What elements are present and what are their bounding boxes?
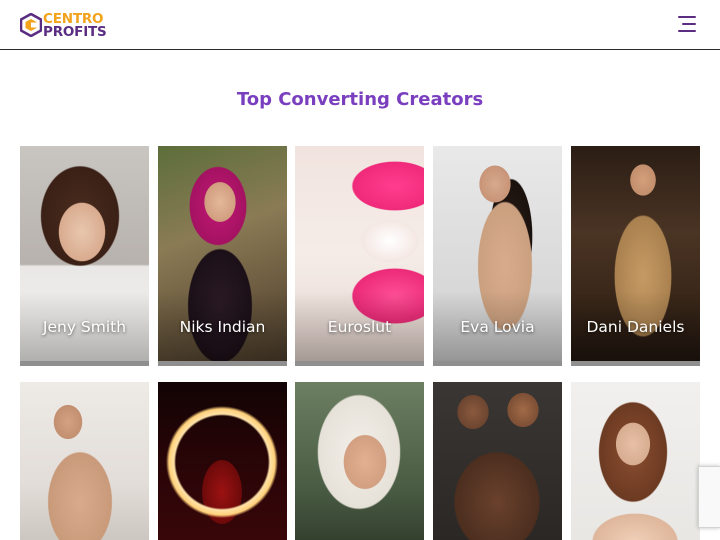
hamburger-menu-icon[interactable] (678, 16, 698, 32)
creator-name: Niks Indian (179, 318, 266, 336)
creator-name: Eva Lovia (460, 318, 535, 336)
creator-photo (158, 382, 287, 540)
creator-card[interactable]: Niks Indian (158, 146, 287, 366)
creator-card[interactable]: Jeny Smith (20, 146, 149, 366)
recaptcha-badge[interactable] (698, 466, 720, 528)
logo-hexagon-icon (20, 13, 42, 37)
creator-photo (20, 382, 149, 540)
creator-photo (295, 382, 424, 540)
creator-name: Euroslut (327, 318, 392, 336)
centro-profits-logo[interactable]: CENTRO PROFITS (20, 11, 120, 41)
creator-card[interactable] (20, 382, 149, 540)
site-header: CENTRO PROFITS (0, 0, 720, 50)
creator-card[interactable] (433, 382, 562, 540)
creator-card[interactable]: Eva Lovia (433, 146, 562, 366)
creator-photo (433, 382, 562, 540)
logo-text-profits: PROFITS (43, 24, 107, 40)
section-title: Top Converting Creators (236, 89, 484, 110)
creator-name: Jeny Smith (42, 318, 127, 336)
creator-name: Dani Daniels (586, 318, 685, 336)
creator-card[interactable]: Euroslut (295, 146, 424, 366)
creator-card[interactable] (158, 382, 287, 540)
creator-card[interactable]: Dani Daniels (571, 146, 700, 366)
creator-card[interactable] (571, 382, 700, 540)
creator-photo (571, 382, 700, 540)
creator-card[interactable] (295, 382, 424, 540)
